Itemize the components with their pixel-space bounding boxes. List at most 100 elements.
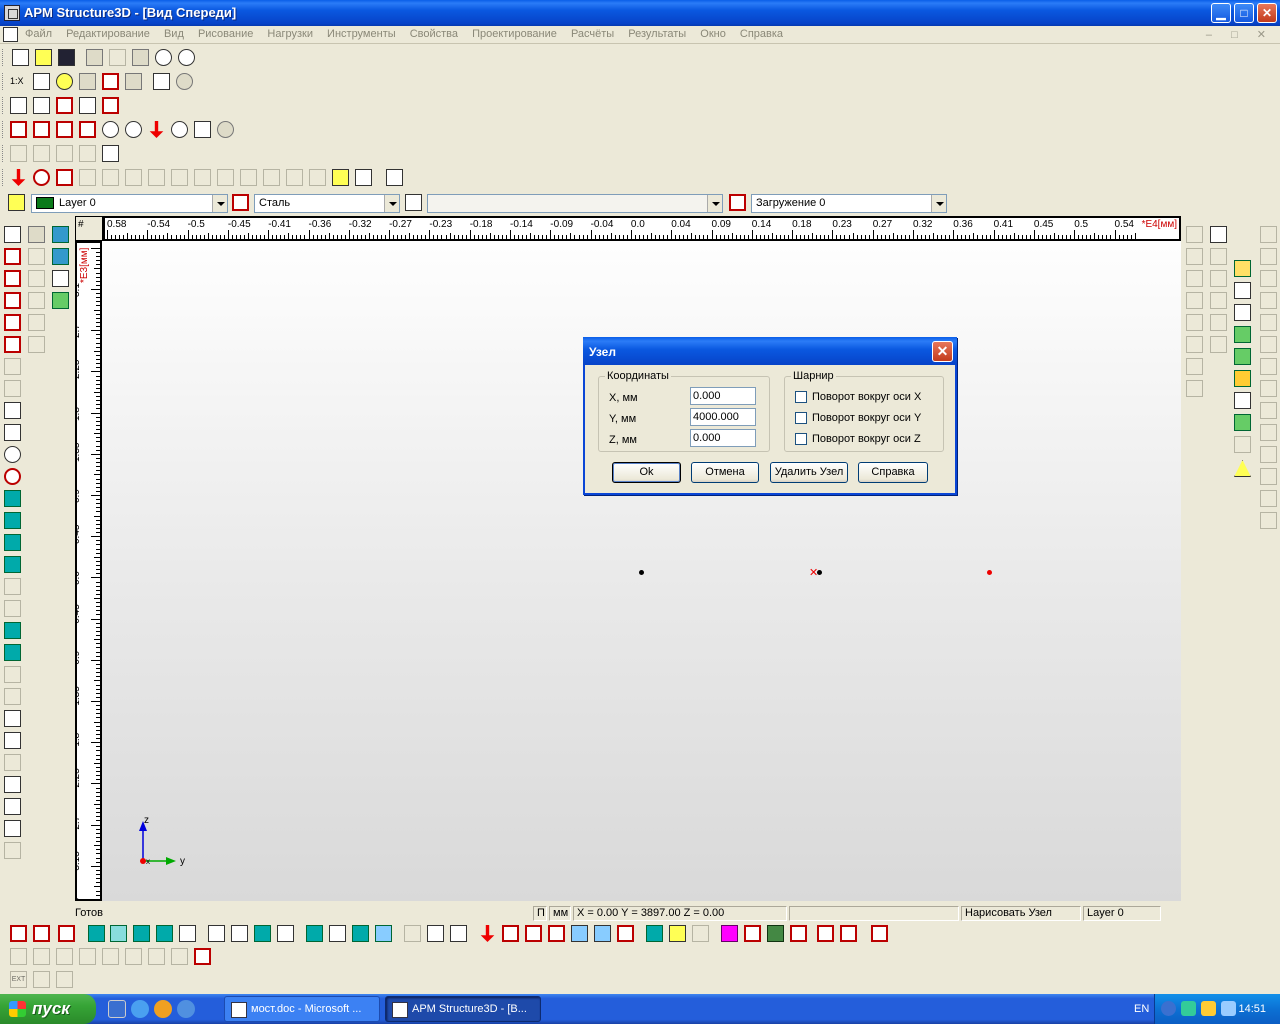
internet-explorer-icon[interactable] [131, 1000, 149, 1018]
new-file-icon[interactable] [12, 49, 29, 66]
show-supports-icon[interactable] [594, 925, 611, 942]
beam-icon[interactable] [4, 424, 21, 441]
show-beams-icon[interactable] [254, 925, 271, 942]
show-forces-icon[interactable] [480, 925, 495, 942]
uniform-load-icon[interactable] [148, 169, 165, 186]
show-pressure-icon[interactable] [548, 925, 565, 942]
support-tank-icon[interactable] [1260, 512, 1277, 529]
merge-icon[interactable] [1186, 380, 1203, 397]
zoom-all-icon[interactable] [194, 121, 211, 138]
hinge-icon[interactable] [4, 380, 21, 397]
stack-layers-icon[interactable] [1210, 226, 1227, 243]
minimize-button[interactable]: ▁ [1211, 3, 1231, 23]
show-sections-icon[interactable] [156, 925, 173, 942]
show-mass-labels-icon[interactable] [817, 925, 834, 942]
result-2-icon[interactable] [33, 948, 50, 965]
select-tool-icon[interactable] [79, 73, 96, 90]
side-view-icon[interactable] [56, 97, 73, 114]
plate-red-icon[interactable] [1234, 282, 1251, 299]
load-case-select[interactable]: Загружение 0 [751, 194, 947, 213]
result-9-icon[interactable] [194, 948, 211, 965]
media-player-icon[interactable] [154, 1000, 172, 1018]
front-view-icon[interactable] [33, 97, 50, 114]
solid-mesh-icon[interactable] [4, 622, 21, 639]
pressure-load-icon[interactable] [286, 169, 303, 186]
local-axes-icon[interactable] [58, 925, 75, 942]
table-view-icon[interactable] [52, 248, 69, 265]
move-icon[interactable] [149, 121, 164, 138]
plate-section-icon[interactable] [28, 248, 45, 265]
link-icon[interactable] [4, 710, 21, 727]
show-layers-icon[interactable] [646, 925, 663, 942]
show-table-icon[interactable] [277, 925, 294, 942]
scatter-icon[interactable] [79, 145, 96, 162]
material-select[interactable]: Сталь [254, 194, 400, 213]
solid-section-icon[interactable] [28, 314, 45, 331]
surface-load-icon[interactable] [240, 169, 257, 186]
spring-icon[interactable] [4, 820, 21, 837]
plate-green-icon[interactable] [1234, 326, 1251, 343]
show-wind-icon[interactable] [692, 925, 709, 942]
damper-icon[interactable] [4, 842, 21, 859]
color-surface-icon[interactable] [790, 925, 807, 942]
volume-icon[interactable] [4, 644, 21, 661]
show-cables-icon[interactable] [231, 925, 248, 942]
rod-icon[interactable] [4, 402, 21, 419]
ext-icon[interactable]: EXT [10, 971, 27, 988]
cancel-button[interactable]: Отмена [691, 462, 759, 483]
palette-icon[interactable] [56, 73, 73, 90]
support-pinned-icon[interactable] [1260, 248, 1277, 265]
revolve-icon[interactable] [4, 666, 21, 683]
plate-yellow-icon[interactable] [1234, 260, 1251, 277]
arch-icon[interactable] [450, 925, 467, 942]
show-rods-icon[interactable] [208, 925, 225, 942]
layer-select[interactable]: Layer 0 [31, 194, 228, 213]
edge-load-icon[interactable] [263, 169, 280, 186]
back-arrow-icon[interactable] [1161, 1001, 1176, 1016]
stack-icon[interactable] [4, 798, 21, 815]
support-rz-icon[interactable] [1260, 402, 1277, 419]
zoom-window-icon[interactable] [171, 121, 188, 138]
hinge-z-checkbox[interactable] [795, 433, 807, 445]
fold-icon[interactable] [1210, 248, 1227, 265]
support-block-icon[interactable] [1260, 490, 1277, 507]
show-layer-stack-icon[interactable] [669, 925, 686, 942]
snap-icon[interactable] [125, 73, 142, 90]
mass-icon[interactable] [4, 336, 21, 353]
scale-one-to-x-icon[interactable]: 1:X [10, 73, 27, 90]
document-icon[interactable] [3, 27, 18, 42]
shell-icon[interactable] [4, 512, 21, 529]
grid-icon[interactable] [33, 73, 50, 90]
menu-design[interactable]: Проектирование [472, 28, 557, 40]
trapezoid-load-icon[interactable] [171, 169, 188, 186]
align-icon[interactable] [1186, 226, 1203, 243]
show-distributed-icon[interactable] [525, 925, 542, 942]
menu-properties[interactable]: Свойства [410, 28, 458, 40]
copy-icon[interactable] [109, 49, 126, 66]
load-select-icon[interactable] [355, 169, 372, 186]
result-7-icon[interactable] [148, 948, 165, 965]
support-roller-icon[interactable] [1260, 270, 1277, 287]
result-1-icon[interactable] [10, 948, 27, 965]
dialog-close-button[interactable]: ✕ [932, 341, 953, 362]
show-solids-icon[interactable] [133, 925, 150, 942]
plate-green-2-icon[interactable] [1234, 348, 1251, 365]
select-rect-icon[interactable] [4, 248, 21, 265]
print-icon[interactable] [86, 49, 103, 66]
add-plate-icon[interactable] [1210, 292, 1227, 309]
section-select[interactable] [427, 194, 723, 213]
chevron-down-icon[interactable] [212, 195, 227, 212]
curve-icon[interactable] [4, 468, 21, 485]
menu-view[interactable]: Вид [164, 28, 184, 40]
box-disabled-icon[interactable] [1234, 436, 1251, 453]
tear-icon[interactable] [1210, 336, 1227, 353]
maximize-button[interactable]: □ [1234, 3, 1254, 23]
show-shells-icon[interactable] [110, 925, 127, 942]
mdi-controls[interactable]: – □ ✕ [1206, 28, 1274, 41]
axes-icon[interactable] [10, 97, 27, 114]
task-apm[interactable]: APM Structure3D - [В... [385, 996, 541, 1022]
x-input[interactable] [690, 387, 756, 405]
top-view-icon[interactable] [79, 97, 96, 114]
result-3-icon[interactable] [56, 948, 73, 965]
iso-view-icon[interactable] [102, 97, 119, 114]
